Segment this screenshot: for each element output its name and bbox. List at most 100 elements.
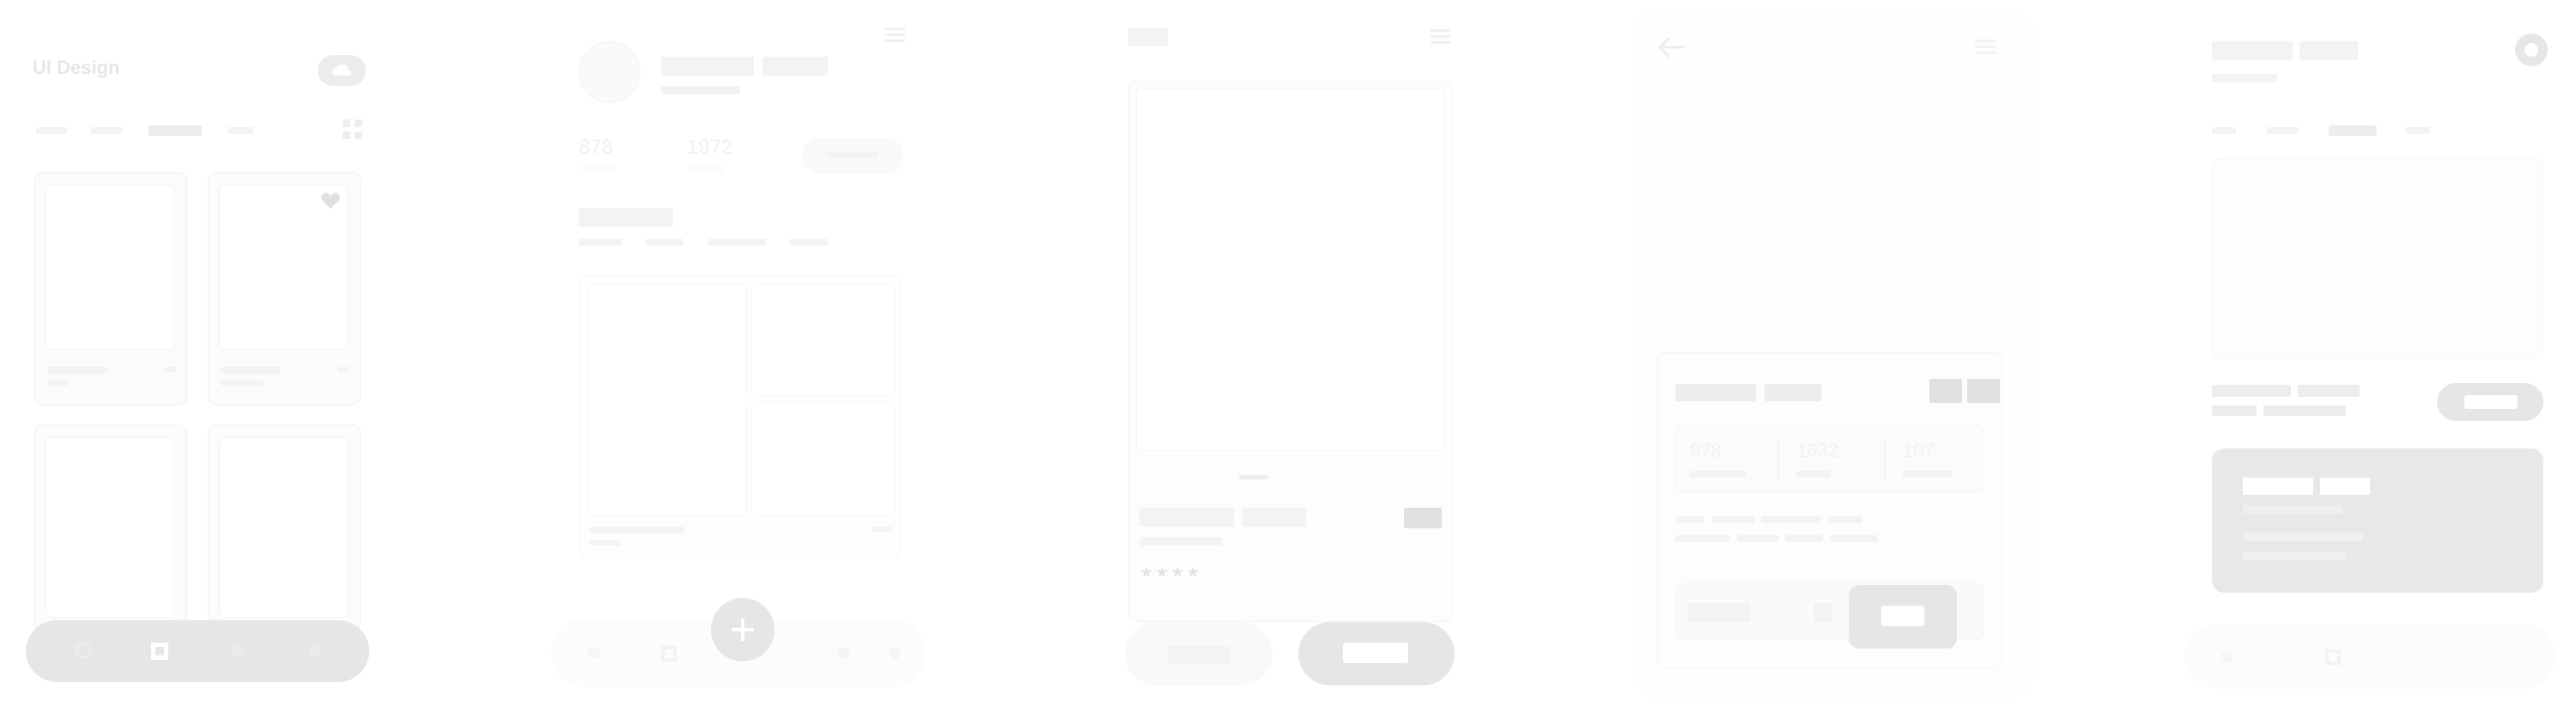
stats-row: 878 1632 107 <box>1675 425 1984 492</box>
stat-followers-value: 878 <box>579 136 614 159</box>
subtab-3[interactable] <box>708 239 766 246</box>
stat-3-label <box>1903 471 1953 478</box>
secondary-button[interactable] <box>1125 622 1273 686</box>
card-badge <box>164 367 176 372</box>
option-toggle[interactable] <box>2437 383 2543 421</box>
design-canvas: UI Design 878 Followers 1972 Following ★… <box>0 0 2576 707</box>
back-arrow-icon[interactable] <box>1657 36 1686 58</box>
add-button[interactable] <box>711 598 775 661</box>
screen-profile: 878 Followers 1972 Following <box>550 17 927 696</box>
desc-7 <box>1785 535 1823 542</box>
stats-title-2 <box>1765 384 1821 401</box>
card-meta <box>221 381 264 386</box>
secondary-label <box>1168 646 1230 663</box>
home-icon[interactable] <box>586 644 603 661</box>
avatar[interactable] <box>579 41 641 103</box>
stat-divider-2 <box>1884 438 1886 481</box>
desc-3 <box>1761 516 1821 523</box>
post-meta <box>590 540 621 545</box>
quantity-value[interactable] <box>1814 603 1832 622</box>
add-to-cart-label <box>1881 606 1924 626</box>
cloud-icon <box>331 64 352 77</box>
card-title <box>221 367 281 374</box>
post-badge <box>872 527 892 532</box>
menu-icon[interactable] <box>1431 27 1451 45</box>
desc-4 <box>1828 516 1862 523</box>
gallery-card-3[interactable] <box>34 424 187 631</box>
gallery-card-1[interactable] <box>34 172 187 405</box>
option-title-1 <box>2212 385 2291 397</box>
settings-icon[interactable] <box>2515 34 2548 66</box>
highlight-title-2 <box>2320 478 2370 495</box>
profile-icon[interactable] <box>886 644 903 661</box>
follow-label <box>828 151 878 158</box>
square-icon[interactable] <box>659 644 678 663</box>
profile-post-card[interactable] <box>579 275 902 558</box>
card-title <box>47 367 107 374</box>
home-icon[interactable] <box>2219 648 2236 665</box>
profile-icon[interactable] <box>306 641 325 660</box>
subtab-4[interactable] <box>790 239 828 246</box>
settings-banner <box>2212 158 2543 359</box>
post-image-main <box>588 284 746 516</box>
tab-3-active[interactable] <box>149 125 202 136</box>
detail-image <box>1136 88 1445 451</box>
highlight-line-2 <box>2243 552 2346 560</box>
stats-action-2[interactable] <box>1967 379 2000 403</box>
tab-1[interactable] <box>36 127 67 134</box>
menu-icon[interactable] <box>1975 38 1996 55</box>
card-meta <box>47 381 68 386</box>
tab-4[interactable] <box>228 127 253 134</box>
home-icon[interactable] <box>74 641 93 660</box>
primary-button[interactable] <box>1298 622 1455 686</box>
detail-card[interactable]: ★★★★ <box>1128 81 1453 622</box>
gallery-card-2[interactable] <box>208 172 361 405</box>
heart-icon[interactable] <box>320 192 341 210</box>
square-icon[interactable] <box>2324 648 2342 667</box>
detail-price <box>1404 508 1442 528</box>
screen-settings <box>2181 17 2559 696</box>
stat-1-value: 878 <box>1690 440 1722 461</box>
screen-gallery: UI Design <box>17 17 378 687</box>
search-icon[interactable] <box>835 644 852 661</box>
card-image <box>46 437 174 618</box>
settings-highlight-card[interactable] <box>2212 448 2543 593</box>
stats-card: 878 1632 107 <box>1657 352 2002 668</box>
gallery-card-4[interactable] <box>208 424 361 631</box>
search-icon[interactable] <box>228 641 247 660</box>
add-to-cart-button[interactable] <box>1849 585 1957 649</box>
settings-subtitle <box>2212 74 2277 82</box>
stat-2-value: 1632 <box>1796 440 1838 461</box>
card-badge <box>337 367 349 372</box>
post-image-bottom <box>751 403 896 516</box>
detail-title-2 <box>1242 508 1306 527</box>
tab-2[interactable] <box>91 127 122 134</box>
stat-divider-1 <box>1777 438 1779 481</box>
screen-detail: ★★★★ <box>1116 17 1477 696</box>
primary-label <box>1343 643 1408 663</box>
follow-button[interactable] <box>802 137 903 174</box>
brand-title: UI Design <box>33 57 120 78</box>
option-toggle-label <box>2464 395 2518 409</box>
carousel-indicator[interactable] <box>1239 475 1268 479</box>
profile-name-2 <box>762 57 828 76</box>
cloud-button[interactable] <box>318 55 366 86</box>
settings-tab-3-active[interactable] <box>2329 125 2377 136</box>
stats-action-1[interactable] <box>1929 379 1962 403</box>
bottom-nav <box>26 620 369 682</box>
square-icon[interactable] <box>149 641 170 661</box>
settings-tab-2[interactable] <box>2267 127 2298 134</box>
stat-1-label <box>1690 471 1747 478</box>
subtab-1[interactable] <box>579 239 622 246</box>
settings-tab-1[interactable] <box>2212 127 2236 134</box>
post-title <box>590 527 684 533</box>
post-image-top <box>751 284 896 396</box>
subtab-2[interactable] <box>646 239 683 246</box>
desc-6 <box>1737 535 1778 542</box>
settings-tab-4[interactable] <box>2406 127 2430 134</box>
menu-icon[interactable] <box>884 26 905 43</box>
stat-3-value: 107 <box>1903 440 1935 461</box>
highlight-sub <box>2243 505 2342 514</box>
stat-following-value: 1972 <box>687 136 733 159</box>
grid-icon[interactable] <box>342 119 364 141</box>
